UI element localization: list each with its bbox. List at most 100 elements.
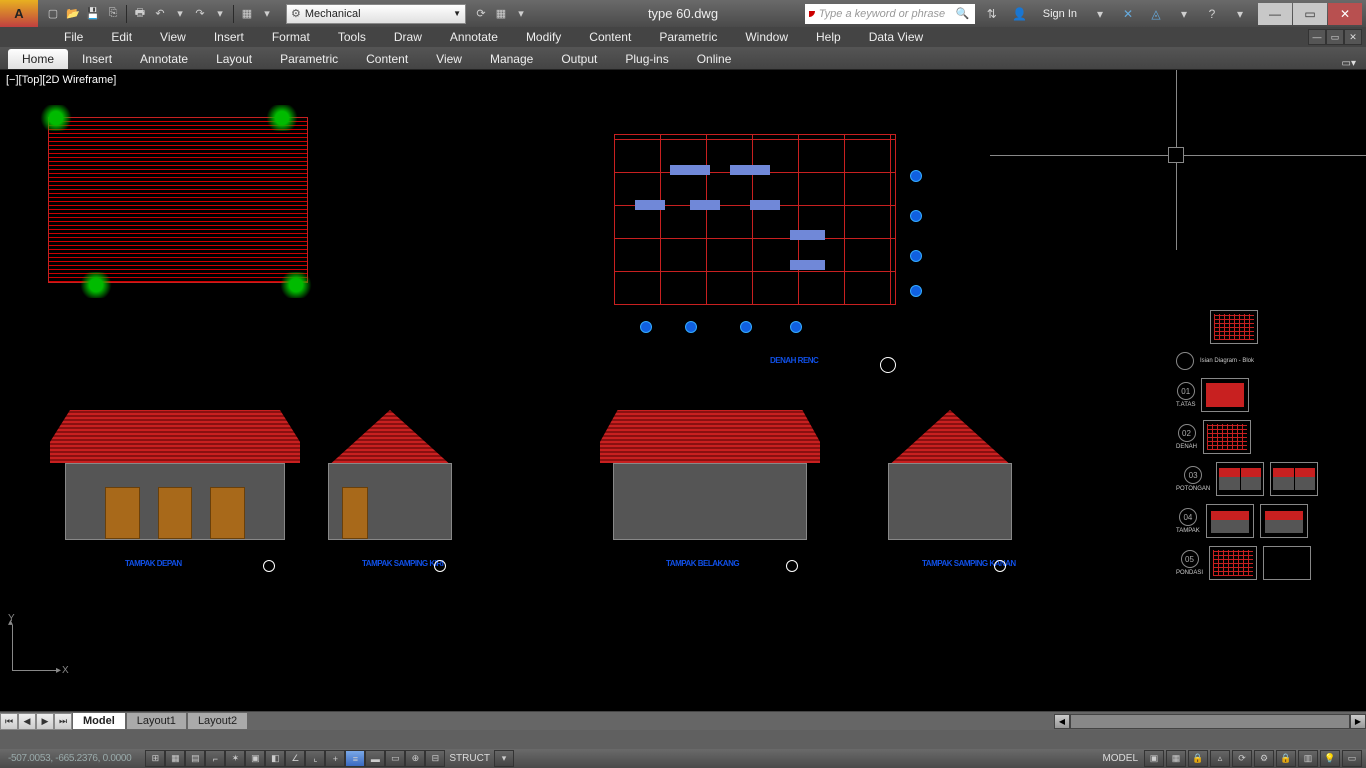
- app-menu-button[interactable]: A: [0, 0, 38, 27]
- ribbon-panel-icon[interactable]: ▭▾: [1342, 58, 1356, 69]
- tab-view[interactable]: View: [422, 49, 476, 69]
- tab-parametric[interactable]: Parametric: [266, 49, 352, 69]
- tab-layout[interactable]: Layout: [202, 49, 266, 69]
- restore-button[interactable]: ▭: [1293, 3, 1327, 25]
- am-icon[interactable]: ⊟: [425, 750, 445, 767]
- menu-modify[interactable]: Modify: [512, 27, 575, 47]
- layer-icon[interactable]: ▦: [238, 5, 256, 23]
- doc-minimize-button[interactable]: —: [1308, 29, 1326, 45]
- saveas-icon[interactable]: ⎘: [104, 5, 122, 23]
- hardware-accel-icon[interactable]: ▥: [1298, 750, 1318, 767]
- redo-icon[interactable]: ↷: [191, 5, 209, 23]
- coords-readout[interactable]: -507.0053, -665.2376, 0.0000: [0, 753, 139, 764]
- undo-icon[interactable]: ↶: [151, 5, 169, 23]
- viewport-label[interactable]: [−][Top][2D Wireframe]: [6, 74, 116, 86]
- menu-tools[interactable]: Tools: [324, 27, 380, 47]
- quickview-layouts-icon[interactable]: ▣: [1144, 750, 1164, 767]
- help-icon[interactable]: ?: [1201, 3, 1223, 25]
- new-icon[interactable]: ▢: [44, 5, 62, 23]
- polar-icon[interactable]: ✶: [225, 750, 245, 767]
- scroll-track[interactable]: [1070, 714, 1350, 729]
- tab-manage[interactable]: Manage: [476, 49, 547, 69]
- ws-icon-1[interactable]: ⟳: [472, 5, 490, 23]
- menu-parametric[interactable]: Parametric: [645, 27, 731, 47]
- layout-nav-first[interactable]: ⏮: [0, 713, 18, 730]
- scroll-left-icon[interactable]: ◀: [1054, 714, 1070, 729]
- layout-nav-last[interactable]: ⏭: [54, 713, 72, 730]
- menu-annotate[interactable]: Annotate: [436, 27, 512, 47]
- exchange-icon[interactable]: ✕: [1117, 3, 1139, 25]
- thumb-row-03[interactable]: 03 POTONGAN: [1176, 462, 1356, 496]
- thumb-row-05[interactable]: 05 PONDASI: [1176, 546, 1356, 580]
- ws-drop-icon[interactable]: ▾: [512, 5, 530, 23]
- layer-readout[interactable]: STRUCT: [445, 753, 494, 764]
- cleanscreen-icon[interactable]: ▭: [1342, 750, 1362, 767]
- annoauto-icon[interactable]: ⟳: [1232, 750, 1252, 767]
- thumb-row-04[interactable]: 04 TAMPAK: [1176, 504, 1356, 538]
- ws-icon-2[interactable]: ▦: [492, 5, 510, 23]
- thumb-overview[interactable]: [1210, 310, 1258, 344]
- annoscale-icon[interactable]: 🔒: [1188, 750, 1208, 767]
- stayconnected-icon[interactable]: ◬: [1145, 3, 1167, 25]
- menu-view[interactable]: View: [146, 27, 200, 47]
- print-icon[interactable]: 🖶: [131, 5, 149, 23]
- search-icon[interactable]: 🔍: [955, 7, 971, 20]
- menu-content[interactable]: Content: [575, 27, 645, 47]
- snap-icon[interactable]: ▦: [165, 750, 185, 767]
- menu-insert[interactable]: Insert: [200, 27, 258, 47]
- layout-nav-next[interactable]: ▶: [36, 713, 54, 730]
- help-drop-icon[interactable]: ▾: [1229, 3, 1251, 25]
- open-icon[interactable]: 📂: [64, 5, 82, 23]
- ucs-icon[interactable]: Y X ▴ ▸: [12, 625, 13, 671]
- menu-format[interactable]: Format: [258, 27, 324, 47]
- osnap-icon[interactable]: ▣: [245, 750, 265, 767]
- tpy-icon[interactable]: ▬: [365, 750, 385, 767]
- menu-edit[interactable]: Edit: [97, 27, 146, 47]
- layout-tab-layout2[interactable]: Layout2: [187, 712, 248, 730]
- lock-ui-icon[interactable]: 🔒: [1276, 750, 1296, 767]
- help-search-input[interactable]: Type a keyword or phrase 🔍: [805, 4, 975, 24]
- tab-output[interactable]: Output: [547, 49, 611, 69]
- layout-nav-prev[interactable]: ◀: [18, 713, 36, 730]
- thumb-row-01[interactable]: 01 T.ATAS: [1176, 378, 1356, 412]
- signin-link[interactable]: Sign In: [1037, 8, 1083, 20]
- redo-drop-icon[interactable]: ▾: [211, 5, 229, 23]
- doc-close-button[interactable]: ✕: [1344, 29, 1362, 45]
- tab-online[interactable]: Online: [683, 49, 746, 69]
- thumb-row-02[interactable]: 02 DENAH: [1176, 420, 1356, 454]
- otrack-icon[interactable]: ∠: [285, 750, 305, 767]
- space-readout[interactable]: MODEL: [1098, 753, 1142, 764]
- signin-drop-icon[interactable]: ▾: [1089, 3, 1111, 25]
- qat-drop-icon[interactable]: ▾: [258, 5, 276, 23]
- ducs-icon[interactable]: ⌞: [305, 750, 325, 767]
- sc-icon[interactable]: ⊕: [405, 750, 425, 767]
- tab-home[interactable]: Home: [8, 49, 68, 69]
- minimize-button[interactable]: —: [1258, 3, 1292, 25]
- lwt-icon[interactable]: ≡: [345, 750, 365, 767]
- infer-icon[interactable]: ⊞: [145, 750, 165, 767]
- ws-switch-icon[interactable]: ⚙: [1254, 750, 1274, 767]
- horizontal-scrollbar[interactable]: ◀ ▶: [1054, 714, 1366, 729]
- tab-plugins[interactable]: Plug-ins: [611, 49, 682, 69]
- menu-draw[interactable]: Draw: [380, 27, 436, 47]
- drop-icon[interactable]: ▾: [1173, 3, 1195, 25]
- annovis-icon[interactable]: ▵: [1210, 750, 1230, 767]
- menu-help[interactable]: Help: [802, 27, 855, 47]
- workspace-selector[interactable]: ⚙ Mechanical ▼: [286, 4, 466, 24]
- doc-restore-button[interactable]: ▭: [1326, 29, 1344, 45]
- layer-drop-icon[interactable]: ▾: [494, 750, 514, 767]
- dyn-icon[interactable]: +: [325, 750, 345, 767]
- menu-dataview[interactable]: Data View: [855, 27, 937, 47]
- qp-icon[interactable]: ▭: [385, 750, 405, 767]
- layout-tab-layout1[interactable]: Layout1: [126, 712, 187, 730]
- menu-file[interactable]: File: [50, 27, 97, 47]
- model-viewport[interactable]: [−][Top][2D Wireframe] DENAH RENC: [0, 70, 1366, 711]
- layout-tab-model[interactable]: Model: [72, 712, 126, 730]
- tab-annotate[interactable]: Annotate: [126, 49, 202, 69]
- quickview-drawings-icon[interactable]: ▦: [1166, 750, 1186, 767]
- save-icon[interactable]: 💾: [84, 5, 102, 23]
- scroll-right-icon[interactable]: ▶: [1350, 714, 1366, 729]
- ortho-icon[interactable]: ⌐: [205, 750, 225, 767]
- menu-window[interactable]: Window: [731, 27, 802, 47]
- autodesk360-icon[interactable]: ⇅: [981, 3, 1003, 25]
